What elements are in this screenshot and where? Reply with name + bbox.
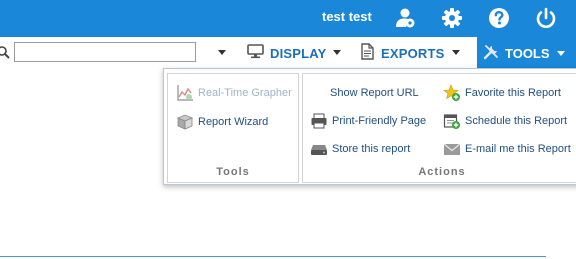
divider	[0, 256, 546, 257]
star-plus-icon	[443, 84, 461, 102]
calendar-plus-icon	[443, 112, 461, 130]
display-label: DISPLAY	[270, 45, 327, 61]
tools-panel: Real-Time Grapher Report Wizard Tools	[167, 73, 299, 183]
schedule-report-item[interactable]: Schedule this Report	[443, 111, 567, 131]
store-report-item[interactable]: Store this report	[310, 139, 410, 159]
actions-panel: Show Report URL Favorite this Report Pri…	[302, 73, 576, 183]
top-header: test test	[0, 0, 576, 37]
power-icon[interactable]	[534, 6, 558, 30]
document-export-icon	[360, 43, 375, 63]
printer-icon	[310, 112, 328, 130]
tools-dropdown: Real-Time Grapher Report Wizard Tools Sh…	[163, 68, 576, 185]
real-time-grapher-item: Real-Time Grapher	[176, 83, 292, 103]
favorite-report-item[interactable]: Favorite this Report	[443, 83, 561, 103]
report-wizard-item[interactable]: Report Wizard	[176, 112, 268, 132]
chart-icon	[176, 84, 194, 102]
actions-panel-title: Actions	[418, 166, 466, 178]
envelope-icon	[443, 140, 461, 158]
search-input[interactable]	[14, 42, 196, 62]
drive-icon	[310, 140, 328, 158]
help-icon[interactable]	[487, 6, 511, 30]
print-friendly-item[interactable]: Print-Friendly Page	[310, 111, 426, 131]
gear-icon[interactable]	[440, 6, 464, 30]
chevron-down-icon[interactable]	[452, 50, 460, 55]
display-menu-button[interactable]: DISPLAY	[247, 37, 327, 69]
tools-label: TOOLS	[505, 45, 550, 61]
exports-label: EXPORTS	[381, 45, 445, 61]
monitor-icon	[247, 44, 264, 62]
tools-panel-title: Tools	[216, 166, 250, 178]
tools-menu-button[interactable]: TOOLS	[477, 37, 576, 69]
search-icon[interactable]	[0, 45, 10, 59]
box-icon	[176, 113, 194, 131]
user-group-icon[interactable]	[392, 6, 416, 30]
chevron-down-icon[interactable]	[333, 50, 341, 55]
exports-menu-button[interactable]: EXPORTS	[360, 37, 445, 69]
chevron-down-icon[interactable]	[218, 50, 226, 55]
wrench-icon	[483, 44, 499, 63]
show-report-url-item[interactable]: Show Report URL	[330, 83, 419, 103]
email-report-item[interactable]: E-mail me this Report	[443, 139, 571, 159]
username-label[interactable]: test test	[322, 9, 372, 24]
chevron-down-icon[interactable]	[557, 51, 565, 56]
